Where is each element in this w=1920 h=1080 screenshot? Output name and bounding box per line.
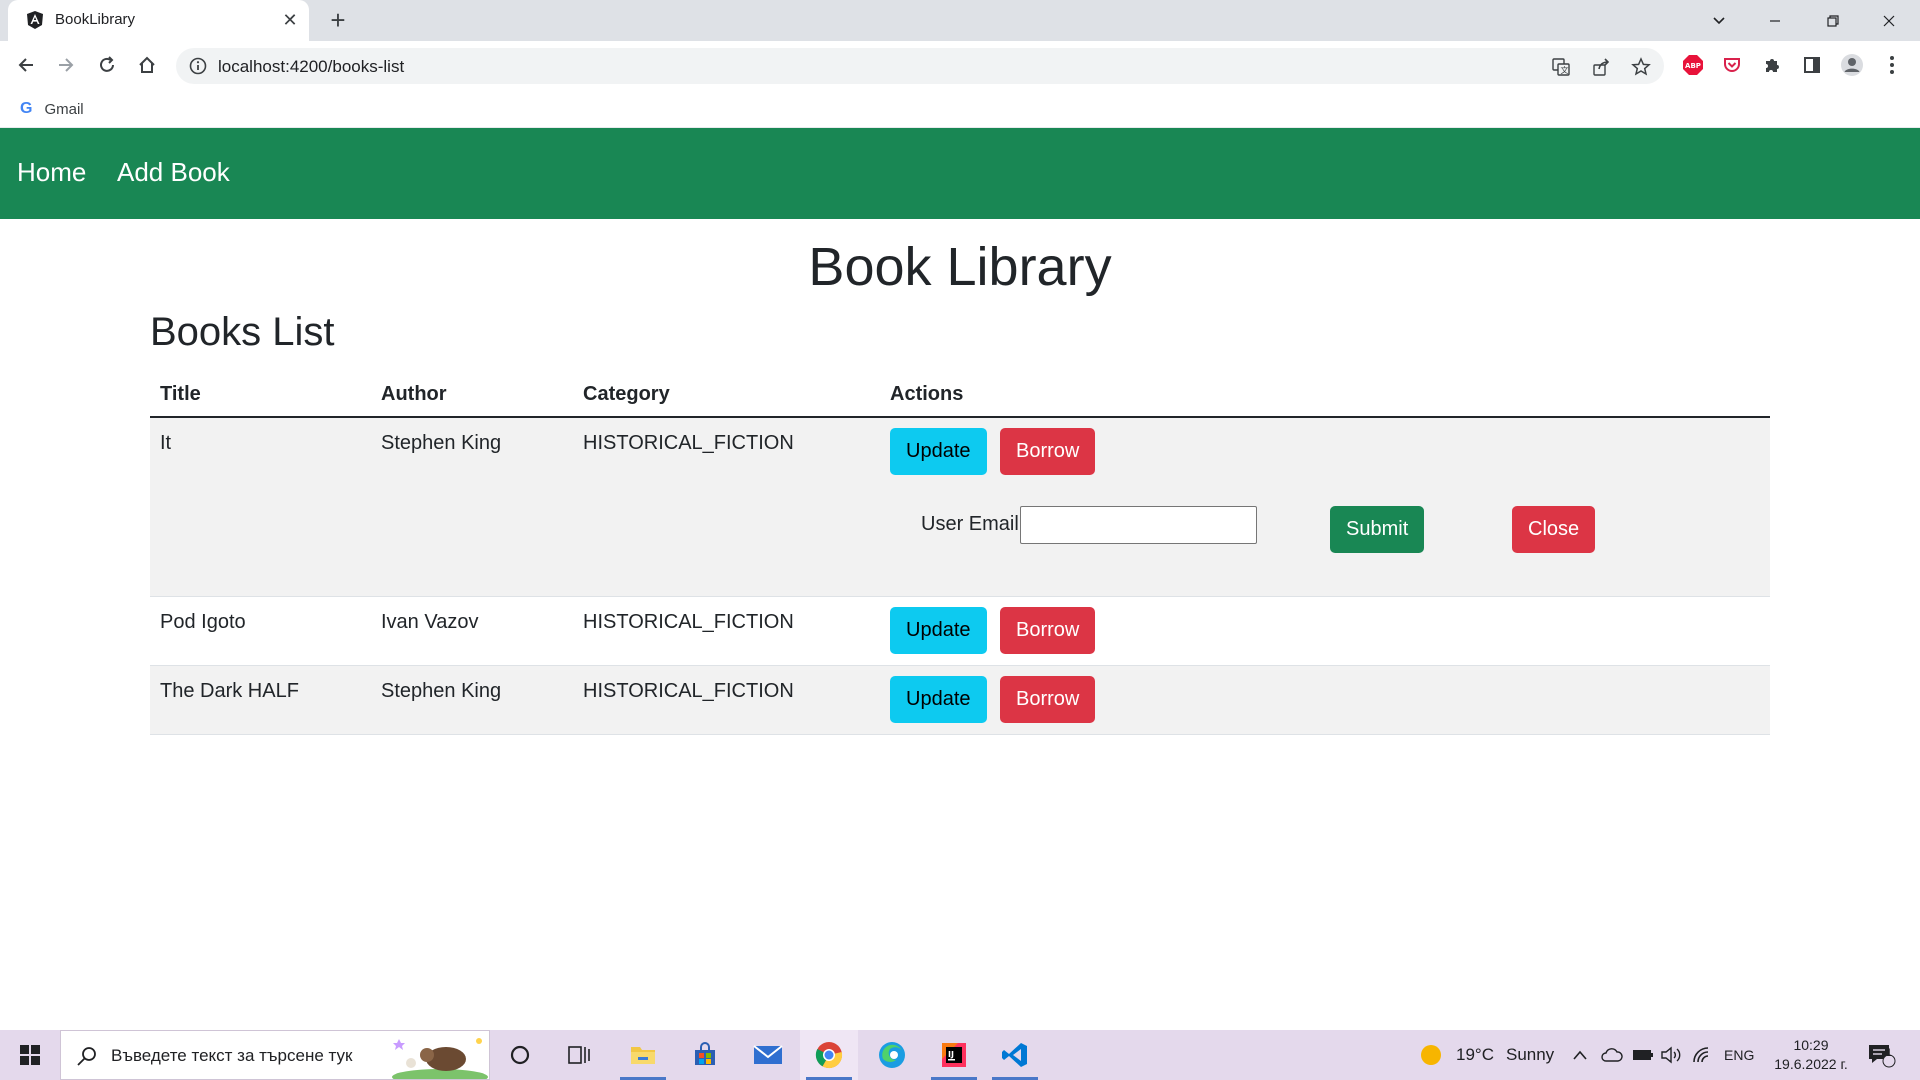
bookmark-star-icon[interactable] [1630,56,1652,78]
menu-kebab-icon[interactable] [1880,53,1904,77]
svg-text:文: 文 [1561,65,1569,75]
notifications-icon[interactable]: 1 [1866,1030,1896,1080]
tab-search-icon[interactable] [1696,0,1742,41]
borrow-button[interactable]: Borrow [1000,607,1096,654]
intellij-icon[interactable]: IJ [925,1030,983,1080]
update-button[interactable]: Update [890,428,987,475]
cortana-icon[interactable] [491,1030,549,1080]
submit-button[interactable]: Submit [1330,506,1425,553]
windows-taskbar: Въведете текст за търсене тук IJ 19°C Su… [0,1030,1920,1080]
book-category: HISTORICAL_FICTION [583,432,794,454]
table-header: Title Author Category Actions [150,371,1770,418]
update-button[interactable]: Update [890,676,987,723]
share-icon[interactable] [1590,56,1612,78]
wifi-icon[interactable] [1692,1030,1712,1080]
close-window-icon[interactable] [1866,0,1912,41]
section-title: Books List [150,310,335,354]
user-email-input[interactable] [1020,506,1257,544]
tray-chevron-icon[interactable] [1572,1030,1588,1080]
taskbar-search-placeholder: Въведете текст за търсене тук [111,1046,353,1065]
header-actions: Actions [890,383,964,405]
volume-icon[interactable] [1660,1030,1682,1080]
browser-toolbar: localhost:4200/books-list 文 ABP [0,41,1920,89]
search-highlight-illustration [392,1038,488,1079]
clock-time: 10:29 [1793,1037,1829,1053]
tab-title: BookLibrary [55,11,136,28]
borrow-button[interactable]: Borrow [1000,676,1096,723]
table-row: Pod Igoto Ivan Vazov HISTORICAL_FICTION … [150,597,1770,666]
adblock-icon[interactable]: ABP [1681,53,1705,77]
book-author: Ivan Vazov [381,611,479,633]
book-title: Pod Igoto [160,611,246,633]
tab-close-icon[interactable]: ✕ [278,8,302,32]
mail-icon[interactable] [739,1030,797,1080]
microsoft-store-icon[interactable] [676,1030,734,1080]
task-view-icon[interactable] [550,1030,608,1080]
file-explorer-icon[interactable] [614,1030,672,1080]
reload-icon[interactable] [91,49,123,81]
vscode-icon[interactable] [986,1030,1044,1080]
angular-icon [27,11,43,29]
weather-temperature: 19°C [1456,1045,1494,1064]
taskbar-clock[interactable]: 10:29 19.6.2022 г. [1766,1036,1856,1074]
taskbar-search[interactable]: Въведете текст за търсене тук [60,1030,490,1080]
weather-description: Sunny [1505,1045,1555,1064]
user-email-label: User Email [921,513,1019,535]
minimize-icon[interactable] [1752,0,1798,41]
clock-date: 19.6.2022 г. [1774,1056,1848,1072]
svg-text:ABP: ABP [1685,62,1701,70]
books-table: Title Author Category Actions It Stephen… [150,371,1770,735]
book-category: HISTORICAL_FICTION [583,611,794,633]
header-title: Title [160,383,201,405]
bookmark-label: Gmail [44,100,84,118]
header-category: Category [583,383,670,405]
svg-text:IJ: IJ [948,1050,954,1059]
sun-icon [1421,1045,1441,1065]
site-info-icon[interactable] [188,56,208,76]
home-icon[interactable] [131,49,163,81]
profile-avatar-icon[interactable] [1840,53,1864,77]
bookmark-gmail[interactable]: G Gmail [14,97,84,121]
weather-widget[interactable]: 19°C Sunny [1420,1030,1554,1080]
close-button[interactable]: Close [1512,506,1596,553]
nav-home-link[interactable]: Home [17,157,86,188]
edge-icon[interactable] [863,1030,921,1080]
nav-add-book-link[interactable]: Add Book [117,157,230,188]
url-text[interactable]: localhost:4200/books-list [218,57,404,77]
search-icon [77,1047,96,1066]
book-author: Stephen King [381,432,502,454]
book-title: It [160,432,172,454]
chrome-icon[interactable] [800,1030,858,1080]
notification-count: 1 [1885,1047,1893,1059]
back-icon[interactable] [10,49,42,81]
input-language[interactable]: ENG [1724,1030,1754,1080]
address-bar[interactable]: localhost:4200/books-list 文 [176,48,1664,84]
restore-icon[interactable] [1810,0,1856,41]
table-row: The Dark HALF Stephen King HISTORICAL_FI… [150,666,1770,735]
browser-tab-strip: BookLibrary ✕ + [0,0,1920,41]
update-button[interactable]: Update [890,607,987,654]
side-panel-icon[interactable] [1800,53,1824,77]
forward-icon[interactable] [50,49,82,81]
translate-icon[interactable]: 文 [1550,56,1572,78]
book-author: Stephen King [381,680,502,702]
book-category: HISTORICAL_FICTION [583,680,794,702]
bookmarks-bar: G Gmail [0,89,1920,128]
new-tab-icon[interactable]: + [323,6,353,36]
app-navbar: Home Add Book [0,128,1920,219]
browser-tab[interactable]: BookLibrary ✕ [8,0,309,41]
google-icon: G [20,100,33,117]
book-title: The Dark HALF [160,680,299,702]
page-viewport: Home Add Book Book Library Books List Ti… [0,128,1920,1030]
extensions-puzzle-icon[interactable] [1760,53,1784,77]
header-author: Author [381,383,447,405]
table-row: It Stephen King HISTORICAL_FICTION Updat… [150,418,1770,597]
windows-start-icon[interactable] [0,1030,60,1080]
page-title: Book Library [808,237,1112,297]
onedrive-icon[interactable] [1601,1030,1623,1080]
pocket-icon[interactable] [1720,53,1744,77]
battery-icon[interactable] [1632,1030,1654,1080]
borrow-button[interactable]: Borrow [1000,428,1096,475]
